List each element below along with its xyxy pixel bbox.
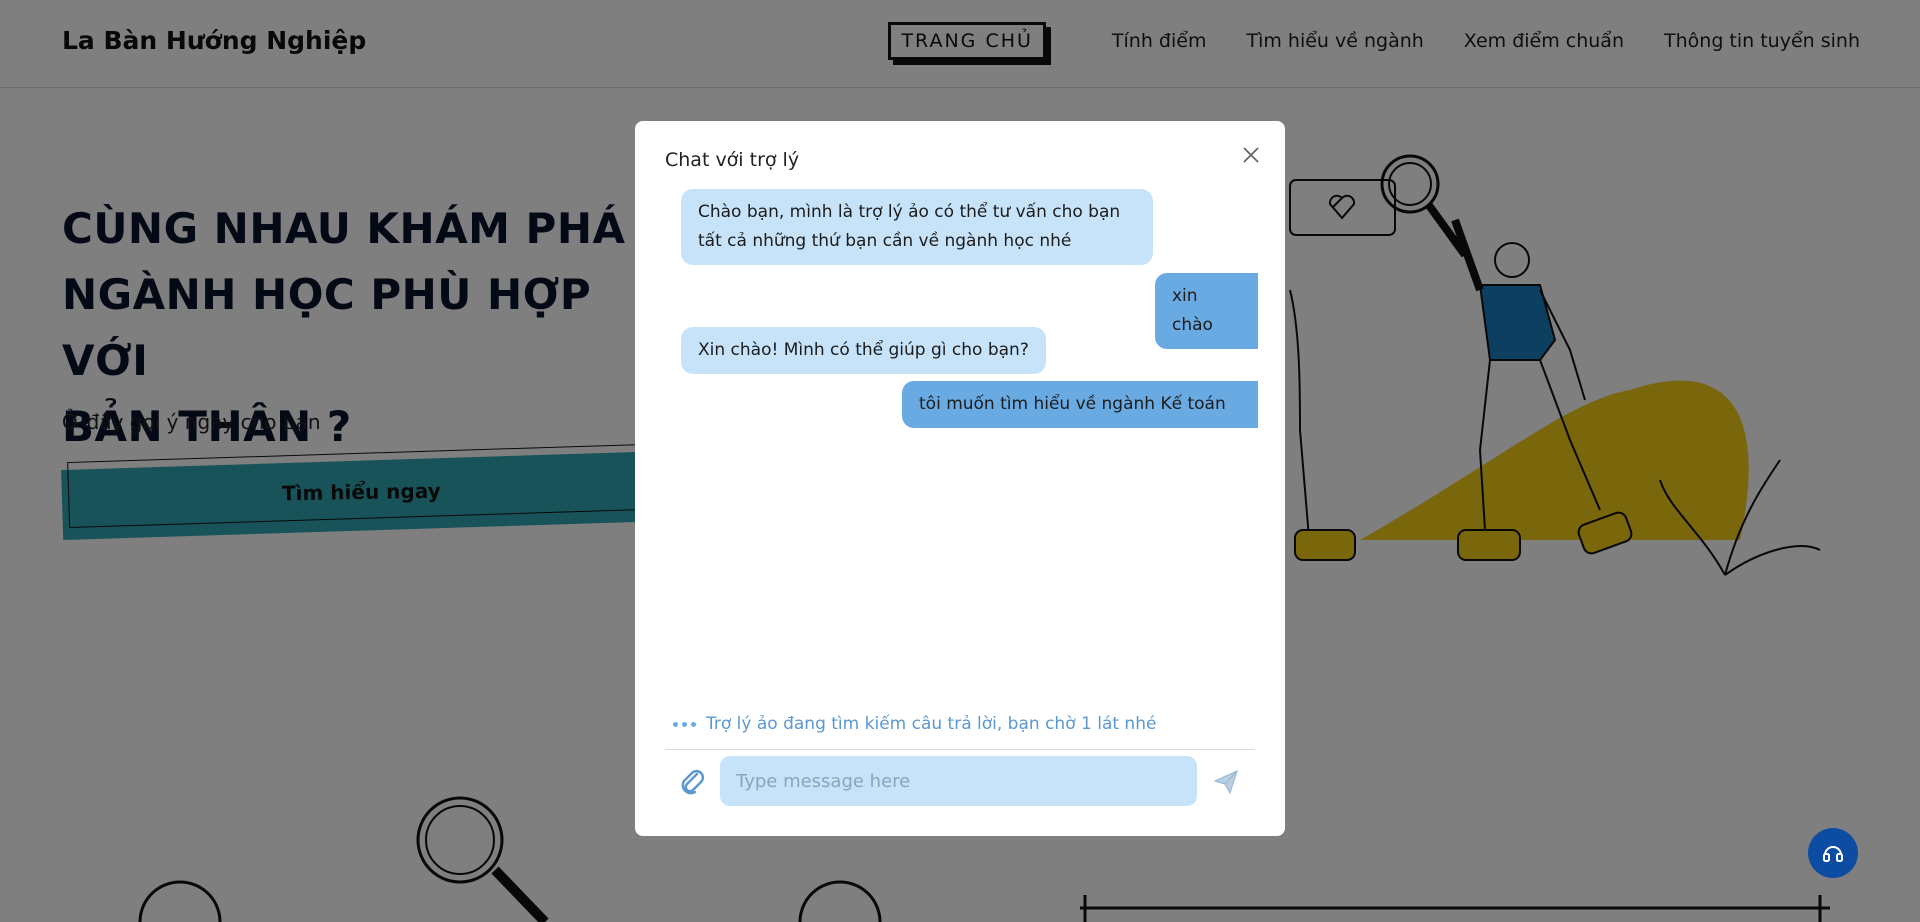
close-icon[interactable] [1239,143,1263,167]
bot-message: Xin chào! Mình có thể giúp gì cho bạn? [681,327,1046,374]
typing-status: Trợ lý ảo đang tìm kiếm câu trả lời, bạn… [706,714,1157,734]
support-button[interactable] [1808,828,1858,878]
chat-title: Chat với trợ lý [665,149,800,171]
headset-icon [1823,846,1843,862]
bot-message: Chào bạn, mình là trợ lý ảo có thể tư vấ… [681,189,1153,265]
typing-dots-icon [673,721,696,727]
send-icon[interactable] [1212,768,1240,796]
chat-modal: Chat với trợ lý Chào bạn, mình là trợ lý… [635,121,1285,836]
message-line: Chào bạn, mình là trợ lý ảo có thể tư vấ… [698,202,1121,222]
user-message: tôi muốn tìm hiểu về ngành Kế toán [902,381,1258,428]
attach-icon[interactable] [679,766,705,796]
input-divider [665,749,1255,750]
message-input[interactable] [720,756,1197,806]
message-line: tất cả những thứ bạn cần về ngành học nh… [698,231,1072,251]
typing-indicator: Trợ lý ảo đang tìm kiếm câu trả lời, bạn… [673,714,1156,734]
user-message: xin chào [1155,273,1258,349]
